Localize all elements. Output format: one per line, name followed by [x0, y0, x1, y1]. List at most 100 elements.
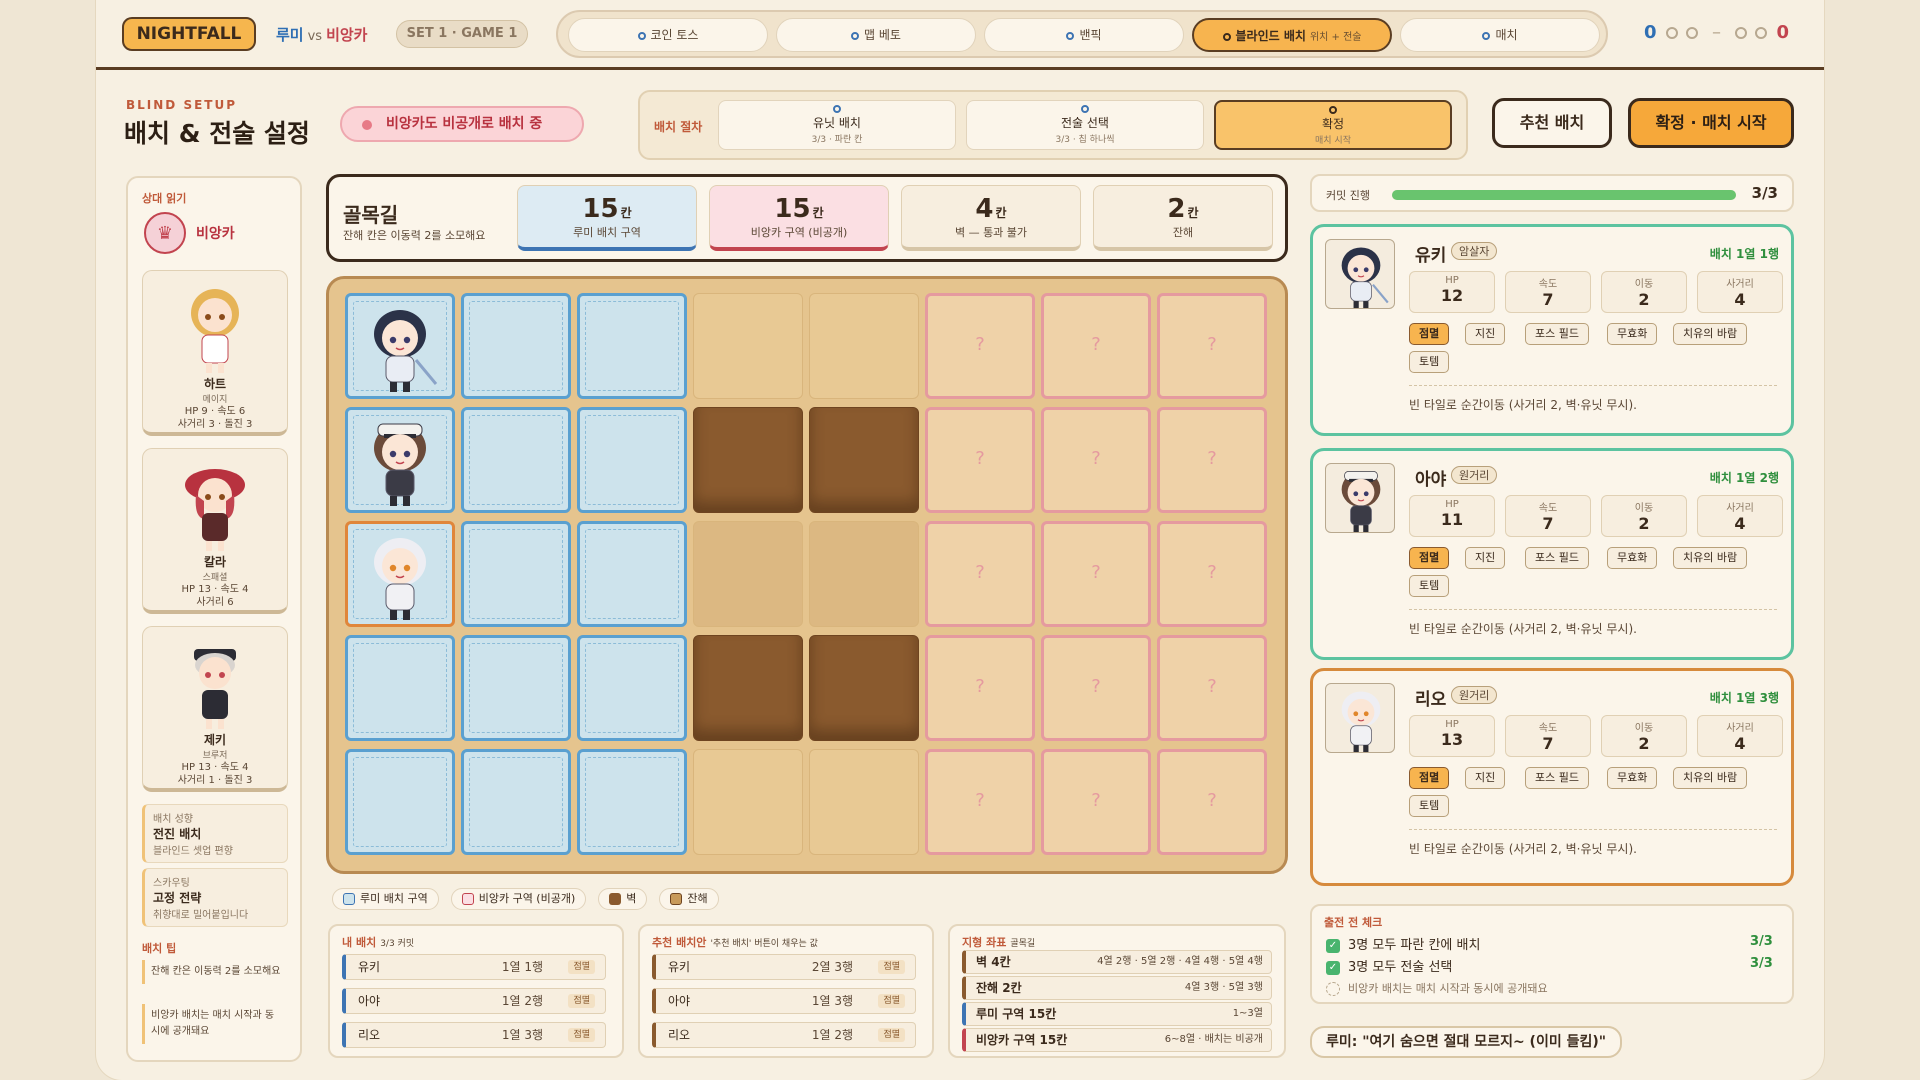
step-dot-icon: [1081, 105, 1089, 113]
phase-step-map-veto[interactable]: 맵 베토: [776, 18, 976, 52]
tactic-chip[interactable]: 지진: [1465, 547, 1506, 569]
terrain-stat-blue-zone: 15 칸 루미 배치 구역: [517, 185, 697, 251]
board-cell-deploy[interactable]: [577, 407, 687, 513]
board-cell-deploy[interactable]: [461, 293, 571, 399]
top-bar: NIGHTFALL 루미 vs 비앙카 SET 1 · GAME 1 코인 토스 맵…: [96, 0, 1824, 70]
phase-step-ban-pick[interactable]: 밴픽: [984, 18, 1184, 52]
tactic-chip[interactable]: 토템: [1409, 351, 1450, 373]
board-cell-hidden: ?: [1041, 521, 1151, 627]
board-cell-deploy[interactable]: [345, 635, 455, 741]
deploy-row[interactable]: 리오 1열 3행 점멸: [342, 1022, 606, 1048]
tactic-chip[interactable]: 무효화: [1607, 547, 1658, 569]
board-cell-deploy[interactable]: [461, 749, 571, 855]
board-cell-deploy[interactable]: [461, 407, 571, 513]
opponent-unit-card[interactable]: 제키 브루저 HP 13 · 속도 4 사거리 1 · 돌진 3: [142, 626, 288, 792]
score-blue: 0: [1644, 22, 1657, 43]
checklist-item: 비앙카 배치는 매치 시작과 동시에 공개돼요: [1326, 980, 1548, 996]
pre-match-checklist: 출전 전 체크 ✓ 3명 모두 파란 칸에 배치 3/3 ✓ 3명 모두 전술 선택 3…: [1310, 904, 1794, 1004]
opponent-tendency: 배치 성향 전진 배치 블라인드 셋업 편향: [142, 804, 288, 863]
unit-card[interactable]: 유키 암살자 배치 1열 1행 HP 12 속도 7 이동 2 사거리 4 점멸 지진 포스 필드 무효화 치…: [1310, 224, 1794, 436]
tactic-chip[interactable]: 포스 필드: [1525, 323, 1589, 345]
board-cell-deploy[interactable]: [577, 749, 687, 855]
tactic-chip[interactable]: 토템: [1409, 575, 1450, 597]
opponent-unit-card[interactable]: 하트 메이지 HP 9 · 속도 6 사거리 3 · 돌진 3: [142, 270, 288, 436]
board-cell-deploy[interactable]: [461, 635, 571, 741]
tactic-chip[interactable]: 무효화: [1607, 323, 1658, 345]
map-name: 골목길: [343, 203, 399, 227]
board-cell-deploy[interactable]: [461, 521, 571, 627]
unit-stat-spd: 속도 7: [1505, 715, 1591, 757]
phase-stepper: 코인 토스 맵 베토 밴픽 블라인드 배치 위치 + 전술 매치: [556, 10, 1608, 58]
unit-stat-spd: 속도 7: [1505, 271, 1591, 313]
board-cell-neutral: [809, 749, 919, 855]
player-quote: 루미: "여기 숨으면 절대 모르지~ (이미 들킴)": [1310, 1026, 1623, 1058]
board-cell-wall: [809, 407, 919, 513]
unit-token[interactable]: [1326, 240, 1395, 309]
unit-stat-move: 이동 2: [1601, 715, 1687, 757]
tactic-description: 빈 타일로 순간이동 (사거리 2, 벽·유닛 무시).: [1409, 385, 1777, 413]
tactic-chip[interactable]: 토템: [1409, 795, 1450, 817]
tactic-chip[interactable]: 점멸: [1409, 767, 1450, 789]
unit-portrait-hat: [194, 649, 236, 729]
phase-step-match[interactable]: 매치: [1400, 18, 1600, 52]
opponent-unit-card[interactable]: 칼라 스패셜 HP 13 · 속도 4 사거리 6: [142, 448, 288, 614]
unit-token[interactable]: [354, 528, 446, 622]
tactic-chip[interactable]: 무효화: [1607, 767, 1658, 789]
board-cell-deploy[interactable]: [345, 749, 455, 855]
round-pip-icon: [1686, 27, 1699, 39]
tactic-chip[interactable]: 포스 필드: [1525, 547, 1589, 569]
board-cell-hidden: ?: [1157, 749, 1267, 855]
board-cell-deploy[interactable]: [345, 407, 455, 513]
terrain-stat-debris: 2칸 잔해: [1093, 185, 1273, 251]
step-dot-icon: [851, 31, 860, 40]
board-cell-deploy[interactable]: [345, 521, 455, 627]
recommended-row: 아야 1열 3행 점멸: [652, 988, 916, 1014]
hidden-mark: ?: [1207, 448, 1217, 469]
tactic-chip[interactable]: 점멸: [1409, 547, 1450, 569]
game-logo: NIGHTFALL: [122, 17, 256, 51]
deploy-row[interactable]: 아야 1열 2행 점멸: [342, 988, 606, 1014]
board-cell-deploy[interactable]: [345, 293, 455, 399]
unit-stat-range: 사거리 4: [1697, 715, 1783, 757]
commit-progress: 커밋 진행 3/3: [1310, 174, 1794, 212]
coord-row: 잔해 2칸 4열 3행 · 5열 3행: [962, 976, 1272, 1000]
tactic-chip[interactable]: 치유의 바람: [1673, 767, 1748, 789]
board-cell-deploy[interactable]: [577, 635, 687, 741]
recommended-panel: 추천 배치안 '추천 배치' 버튼이 채우는 값 유키 2열 3행 점멸 아야 1열 3…: [638, 924, 934, 1058]
board-cell-hidden: ?: [1157, 521, 1267, 627]
unit-token[interactable]: [1326, 464, 1395, 533]
tactic-chip[interactable]: 치유의 바람: [1673, 547, 1748, 569]
unit-token[interactable]: [354, 414, 446, 508]
tactic-chip[interactable]: 점멸: [1409, 323, 1450, 345]
checklist-item: ✓ 3명 모두 전술 선택 3/3: [1326, 956, 1773, 975]
board-cell-hidden: ?: [925, 293, 1035, 399]
check-icon: ✓: [1326, 938, 1340, 953]
deploy-board: ???????????????: [326, 276, 1288, 874]
tactic-chip[interactable]: 지진: [1465, 767, 1506, 789]
tactic-chip[interactable]: 지진: [1465, 323, 1506, 345]
tactic-chip[interactable]: 포스 필드: [1525, 767, 1589, 789]
phase-step-blind-deploy[interactable]: 블라인드 배치 위치 + 전술: [1192, 18, 1392, 52]
progress-label: 커밋 진행: [1326, 189, 1370, 202]
unit-stat-spd: 속도 7: [1505, 495, 1591, 537]
round-pip-icon: [1734, 27, 1747, 39]
tactic-description: 빈 타일로 순간이동 (사거리 2, 벽·유닛 무시).: [1409, 609, 1777, 637]
tactic-chip[interactable]: 치유의 바람: [1673, 323, 1748, 345]
recommend-deploy-button[interactable]: 추천 배치: [1492, 98, 1612, 148]
board-cell-deploy[interactable]: [577, 293, 687, 399]
legend-item: 비앙카 구역 (비공개): [450, 888, 587, 910]
procedure-label: 배치 절차: [654, 120, 703, 134]
tip-item: 비앙카 배치는 매치 시작과 동시에 공개돼요: [142, 1004, 288, 1044]
hidden-mark: ?: [975, 448, 985, 469]
phase-step-coin-toss[interactable]: 코인 토스: [568, 18, 768, 52]
unit-card[interactable]: 아야 원거리 배치 1열 2행 HP 11 속도 7 이동 2 사거리 4 점멸 지진 포스 필드 무효화 치…: [1310, 448, 1794, 660]
board-cell-deploy[interactable]: [577, 521, 687, 627]
confirm-start-button[interactable]: 확정 · 매치 시작: [1628, 98, 1794, 148]
step-dot-icon: [1222, 32, 1231, 41]
unit-card[interactable]: 리오 원거리 배치 1열 3행 HP 13 속도 7 이동 2 사거리 4 점멸 지진 포스 필드 무효화 치…: [1310, 668, 1794, 886]
unit-token[interactable]: [354, 300, 446, 394]
deploy-row[interactable]: 유키 1열 1행 점멸: [342, 954, 606, 980]
hidden-mark: ?: [1091, 448, 1101, 469]
unit-position: 배치 1열 2행: [1709, 471, 1779, 485]
unit-token[interactable]: [1326, 684, 1395, 753]
